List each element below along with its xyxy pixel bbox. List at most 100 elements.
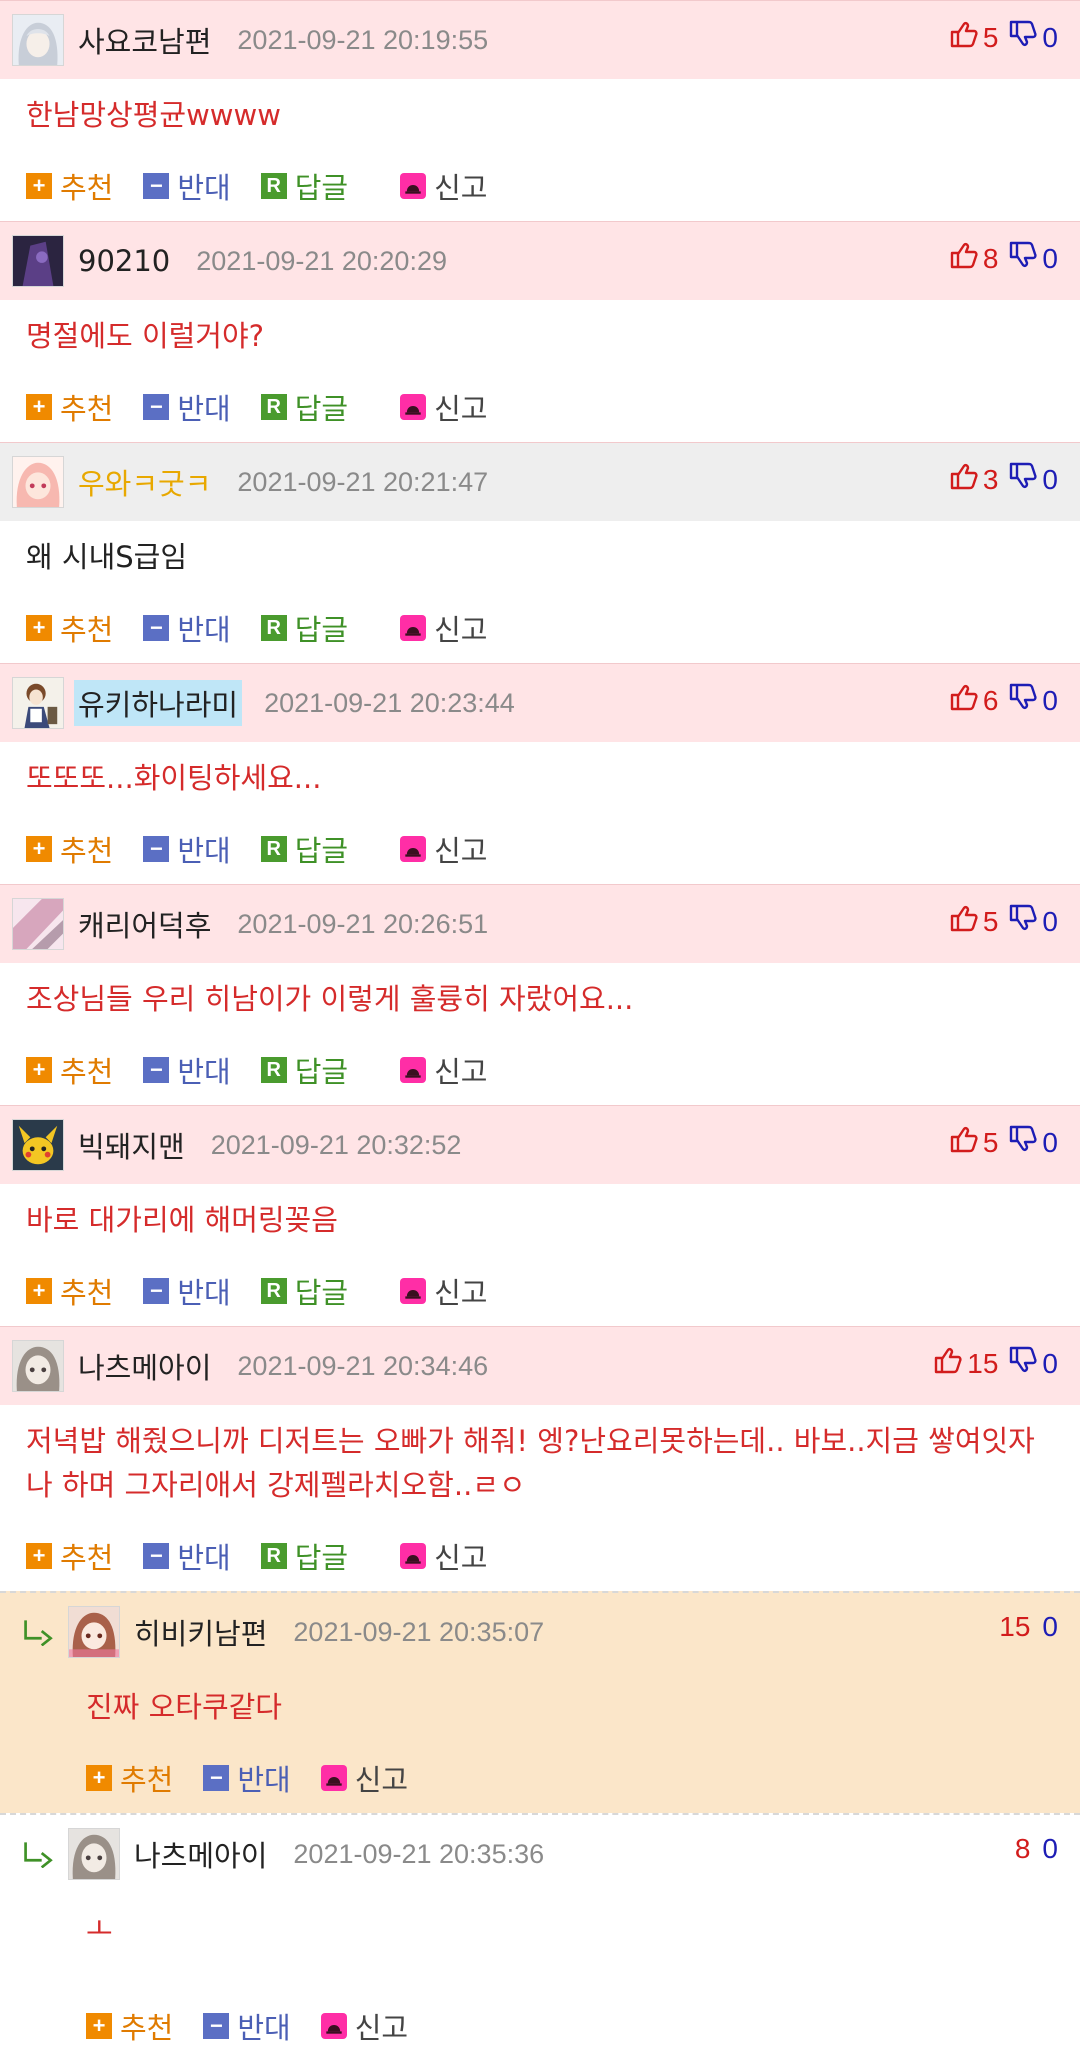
reply-button[interactable]: R 답글: [260, 607, 348, 649]
plus-icon: +: [26, 173, 52, 199]
recommend-label: 추천: [60, 834, 114, 868]
recommend-label: 추천: [120, 1763, 174, 1797]
comment-header: 빅돼지맨 2021-09-21 20:32:52 5 0: [0, 1105, 1080, 1184]
avatar[interactable]: [12, 677, 64, 729]
oppose-button[interactable]: − 반대: [143, 828, 231, 870]
thumbs-down-icon[interactable]: [1008, 19, 1038, 56]
reply-button[interactable]: R 답글: [260, 1535, 348, 1577]
report-button[interactable]: 신고: [400, 1535, 488, 1577]
thumbs-up-icon[interactable]: [949, 19, 979, 56]
thumbs-up-icon[interactable]: [949, 682, 979, 719]
reply-icon: R: [260, 615, 287, 641]
upvote-count: 5: [982, 905, 999, 937]
thumbs-up-icon[interactable]: [949, 461, 979, 498]
avatar[interactable]: [12, 235, 64, 287]
thumbs-down-icon[interactable]: [1008, 1345, 1038, 1382]
oppose-label: 반대: [237, 2011, 291, 2045]
nickname[interactable]: 사요코남편: [74, 17, 215, 63]
nickname[interactable]: 우와ㅋ굿ㅋ: [74, 459, 215, 505]
siren-icon: [320, 2013, 347, 2039]
report-button[interactable]: 신고: [400, 386, 488, 428]
upvote-count: 8: [982, 242, 999, 274]
recommend-button[interactable]: + 추천: [86, 1757, 173, 1799]
nickname[interactable]: 캐리어덕후: [74, 901, 215, 947]
recommend-button[interactable]: + 추천: [86, 2005, 173, 2047]
thumbs-down-icon[interactable]: [1008, 461, 1038, 498]
upvote-count: 6: [982, 684, 999, 716]
downvote-count: 0: [1042, 1833, 1058, 1864]
vote-counts: 60: [949, 682, 1058, 719]
oppose-button[interactable]: − 반대: [143, 1270, 231, 1312]
comment-header: 우와ㅋ굿ㅋ 2021-09-21 20:21:47 3 0: [0, 442, 1080, 521]
avatar[interactable]: [68, 1828, 120, 1880]
plus-icon: +: [26, 615, 52, 641]
comment-actions: + 추천 − 반대 R 답글 신고: [0, 1035, 1080, 1105]
avatar[interactable]: [12, 1119, 64, 1171]
oppose-button[interactable]: − 반대: [143, 386, 231, 428]
report-button[interactable]: 신고: [400, 828, 488, 870]
recommend-button[interactable]: + 추천: [26, 1049, 113, 1091]
nickname[interactable]: 나츠메아이: [130, 1831, 271, 1877]
thumbs-up-icon[interactable]: [933, 1345, 963, 1382]
recommend-button[interactable]: + 추천: [26, 1270, 113, 1312]
avatar[interactable]: [12, 14, 64, 66]
report-button[interactable]: 신고: [400, 607, 488, 649]
recommend-label: 추천: [60, 613, 114, 647]
oppose-button[interactable]: − 반대: [203, 2005, 291, 2047]
nickname[interactable]: 90210: [74, 242, 174, 280]
nickname[interactable]: 유키하나라미: [74, 680, 243, 726]
report-button[interactable]: 신고: [400, 1049, 488, 1091]
avatar[interactable]: [68, 1606, 120, 1658]
thumbs-down-icon[interactable]: [1008, 682, 1038, 719]
thumbs-up-icon[interactable]: [949, 903, 979, 940]
comment-date: 2021-09-21 20:32:52: [210, 1129, 462, 1160]
recommend-button[interactable]: + 추천: [26, 607, 113, 649]
recommend-label: 추천: [60, 171, 114, 205]
recommend-label: 추천: [120, 2011, 174, 2045]
thumbs-up-icon[interactable]: [949, 1124, 979, 1161]
plus-icon: +: [26, 1543, 52, 1569]
thumbs-down-icon[interactable]: [1008, 1124, 1038, 1161]
comment-date: 2021-09-21 20:23:44: [264, 687, 515, 718]
nickname[interactable]: 빅돼지맨: [74, 1122, 189, 1168]
report-button[interactable]: 신고: [320, 2005, 408, 2047]
reply-button[interactable]: R 답글: [260, 165, 348, 207]
oppose-button[interactable]: − 반대: [143, 1535, 231, 1577]
nickname[interactable]: 나츠메아이: [74, 1343, 215, 1389]
thumbs-up-icon[interactable]: [949, 240, 979, 277]
minus-icon: −: [203, 1765, 230, 1791]
reply-button[interactable]: R 답글: [260, 1049, 348, 1091]
plus-icon: +: [26, 394, 52, 420]
vote-counts: 15 0: [933, 1345, 1058, 1382]
reply-button[interactable]: R 답글: [260, 1270, 348, 1312]
comment-actions: + 추천 − 반대 R 답글 신고: [0, 372, 1080, 442]
comment-text: 명절에도 이럴거야?: [26, 319, 265, 353]
oppose-label: 반대: [177, 613, 231, 647]
recommend-button[interactable]: + 추천: [26, 828, 113, 870]
reply-text: ㅗ: [86, 1912, 113, 1946]
report-button[interactable]: 신고: [320, 1757, 408, 1799]
report-button[interactable]: 신고: [400, 1270, 488, 1312]
comment-item: 우와ㅋ굿ㅋ 2021-09-21 20:21:47 3 0 왜 시내S급임 + 추천 − 반대 R…: [0, 442, 1080, 663]
avatar[interactable]: [12, 1340, 64, 1392]
minus-icon: −: [143, 1543, 170, 1569]
reply-button[interactable]: R 답글: [260, 386, 348, 428]
nickname[interactable]: 히비키남편: [130, 1609, 271, 1655]
siren-icon: [400, 615, 427, 641]
plus-icon: +: [86, 2013, 112, 2039]
oppose-button[interactable]: − 반대: [143, 1049, 231, 1091]
recommend-button[interactable]: + 추천: [26, 386, 113, 428]
recommend-button[interactable]: + 추천: [26, 1535, 113, 1577]
oppose-button[interactable]: − 반대: [203, 1757, 291, 1799]
minus-icon: −: [143, 394, 170, 420]
thumbs-down-icon[interactable]: [1008, 903, 1038, 940]
avatar[interactable]: [12, 456, 64, 508]
oppose-button[interactable]: − 반대: [143, 607, 231, 649]
avatar[interactable]: [12, 898, 64, 950]
report-button[interactable]: 신고: [400, 165, 488, 207]
comment-date: 2021-09-21 20:19:55: [237, 24, 489, 55]
thumbs-down-icon[interactable]: [1008, 240, 1038, 277]
oppose-button[interactable]: − 반대: [143, 165, 231, 207]
reply-button[interactable]: R 답글: [260, 828, 348, 870]
recommend-button[interactable]: + 추천: [26, 165, 113, 207]
